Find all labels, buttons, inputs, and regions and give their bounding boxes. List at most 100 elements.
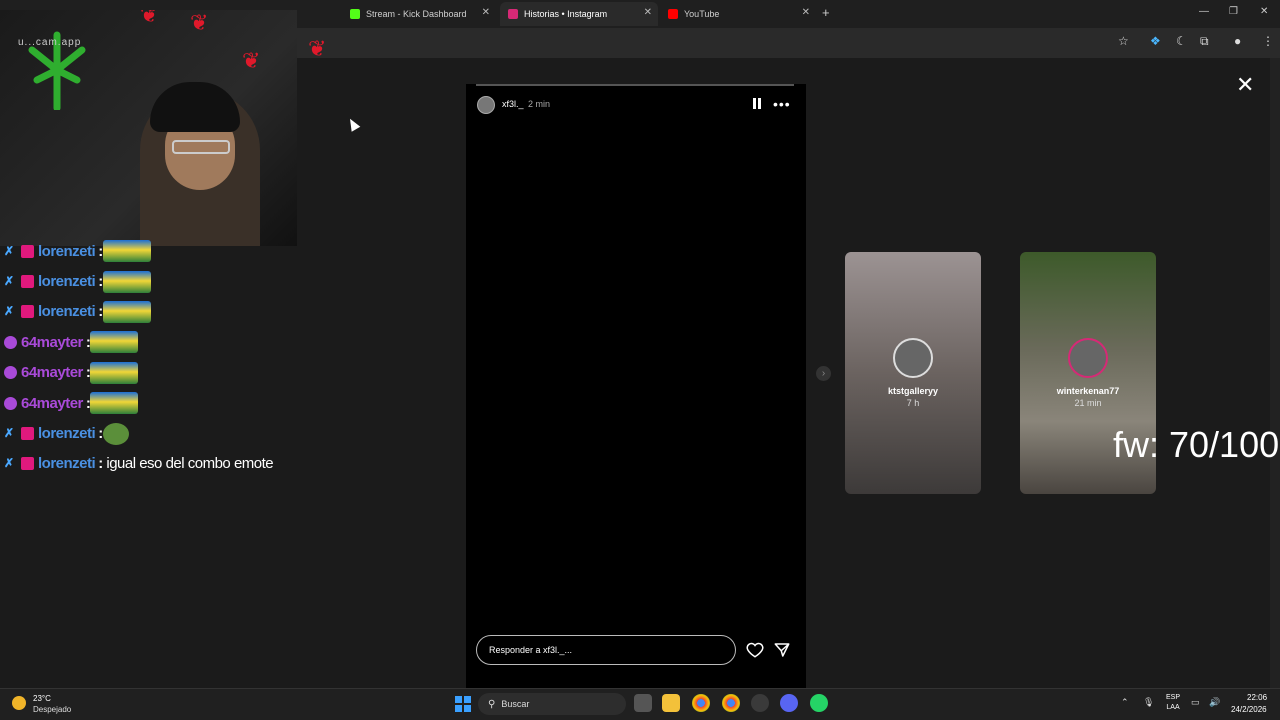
follow-goal-text: fw: 70/100 — [1113, 424, 1280, 465]
file-explorer-icon[interactable] — [662, 694, 680, 712]
sword-icon: ✗ — [4, 304, 14, 319]
menu-icon[interactable]: ⋮ — [1262, 34, 1274, 48]
chat-message: 64mayter: — [4, 327, 424, 357]
windows-start-icon[interactable] — [455, 696, 471, 712]
chevron-right-icon[interactable]: › — [816, 366, 831, 381]
car-emote-icon — [90, 361, 139, 384]
butterfly-icon: ❦ — [140, 10, 159, 27]
butterfly-icon: ❦ — [190, 10, 209, 35]
tab-kick-dashboard[interactable]: Stream - Kick Dashboard ✕ — [342, 2, 496, 26]
kick-badge-icon — [21, 305, 34, 319]
tab-youtube[interactable]: YouTube ✕ — [660, 2, 816, 26]
sword-icon: ✗ — [4, 456, 14, 471]
close-icon[interactable]: ✕ — [1236, 72, 1254, 98]
avatar[interactable] — [477, 96, 495, 114]
chat-username: 64mayter — [21, 364, 83, 382]
webcam-overlay: u...cam.app ❦ ❦ ❦ — [0, 10, 297, 246]
avatar — [1068, 338, 1108, 378]
weather-moon-icon[interactable] — [12, 696, 26, 710]
close-window-button[interactable]: ✕ — [1260, 6, 1268, 17]
reply-placeholder: Responder a xf3l._... — [489, 645, 573, 655]
weather-temp[interactable]: 23°C — [33, 694, 51, 703]
story-card-time: 7 h — [906, 398, 920, 408]
close-icon[interactable]: ✕ — [482, 7, 490, 18]
discord-icon[interactable] — [780, 694, 798, 712]
car-emote-icon — [102, 270, 151, 293]
mic-badge-icon — [4, 396, 17, 410]
search-icon: ⚲ — [488, 698, 496, 710]
sword-icon: ✗ — [4, 426, 14, 441]
profile-avatar[interactable]: ● — [1234, 34, 1241, 48]
streamer-hair — [150, 82, 240, 132]
story-time: 2 min — [528, 99, 551, 109]
obs-icon[interactable] — [751, 694, 769, 712]
task-view-icon[interactable] — [634, 694, 652, 712]
scrollbar[interactable] — [1270, 58, 1280, 688]
chat-username: lorenzeti — [38, 273, 96, 291]
weather-desc[interactable]: Despejado — [33, 705, 71, 714]
pause-icon[interactable] — [752, 98, 762, 109]
chat-username: lorenzeti — [38, 425, 96, 443]
dark-mode-icon[interactable]: ☾ — [1176, 34, 1187, 48]
butterfly-icon: ❦ — [242, 48, 261, 73]
story-card-username: winterkenan77 — [1056, 386, 1120, 396]
sword-icon: ✗ — [4, 243, 14, 258]
tab-label: Historias • Instagram — [524, 9, 608, 19]
mic-badge-icon — [4, 335, 17, 349]
network-icon[interactable]: ▭ — [1191, 697, 1200, 708]
minimize-button[interactable]: — — [1199, 6, 1209, 17]
tab-instagram-stories[interactable]: Historias • Instagram ✕ — [500, 2, 658, 26]
close-icon[interactable]: ✕ — [644, 7, 652, 18]
kick-badge-icon — [21, 457, 34, 471]
reply-input[interactable]: Responder a xf3l._... — [476, 635, 736, 665]
chat-username: 64mayter — [21, 333, 83, 351]
story-card[interactable]: ktstgalleryy 7 h — [845, 252, 981, 494]
car-emote-icon — [90, 331, 139, 354]
chrome-icon[interactable] — [722, 694, 740, 712]
new-tab-button[interactable]: + — [822, 5, 830, 20]
kick-badge-icon — [21, 244, 34, 258]
search-label: Buscar — [501, 699, 530, 709]
tab-label: Stream - Kick Dashboard — [366, 9, 467, 19]
chat-username: lorenzeti — [38, 455, 96, 473]
whatsapp-icon[interactable] — [810, 694, 828, 712]
send-icon[interactable] — [773, 641, 791, 659]
chat-username: lorenzeti — [38, 303, 96, 321]
close-icon[interactable]: ✕ — [802, 7, 810, 18]
translate-extension-icon[interactable]: ❖ — [1150, 34, 1161, 48]
heart-icon[interactable] — [746, 641, 764, 659]
microphone-icon[interactable]: 🎙 — [1143, 697, 1154, 708]
story-username[interactable]: xf3l._ — [502, 99, 524, 109]
stream-chat-overlay: ✗ lorenzeti: ✗ lorenzeti: ✗ lorenzeti: 6… — [4, 236, 424, 479]
chat-message: ✗ lorenzeti: igual eso del combo emote — [4, 455, 274, 473]
clock-date[interactable]: 24/2/2026 — [1231, 705, 1267, 714]
car-emote-icon — [90, 392, 139, 415]
chat-message: ✗ lorenzeti: — [4, 418, 424, 448]
kick-badge-icon — [21, 275, 34, 289]
chat-username: 64mayter — [21, 394, 83, 412]
taskbar-search[interactable]: ⚲ Buscar — [478, 693, 626, 715]
language-indicator[interactable]: ESP LAA — [1166, 693, 1180, 713]
story-card-username: ktstgalleryy — [887, 386, 939, 396]
tab-label: YouTube — [684, 9, 720, 19]
more-options-icon[interactable]: ••• — [773, 96, 791, 112]
car-emote-icon — [102, 300, 151, 323]
bookmark-star-icon[interactable]: ☆ — [1118, 34, 1129, 48]
story-viewer[interactable] — [466, 84, 806, 688]
chat-text: igual eso del combo emote — [106, 455, 274, 473]
clock-time[interactable]: 22:06 — [1247, 693, 1267, 702]
streamer-glasses — [172, 140, 230, 154]
chat-message: 64mayter: — [4, 388, 424, 418]
volume-icon[interactable]: 🔊 — [1209, 697, 1220, 708]
restore-button[interactable]: ❐ — [1229, 6, 1238, 17]
pepe-emote-icon — [102, 422, 129, 445]
chat-message: ✗ lorenzeti: — [4, 297, 424, 327]
kick-badge-icon — [21, 427, 34, 441]
chat-message: 64mayter: — [4, 358, 424, 388]
chat-message: ✗ lorenzeti: — [4, 236, 424, 266]
kick-icon — [350, 9, 360, 19]
chrome-icon[interactable] — [692, 694, 710, 712]
chevron-up-icon[interactable]: ⌃ — [1121, 697, 1129, 708]
extensions-icon[interactable]: ⧉ — [1200, 34, 1209, 49]
butterfly-icon: ❦ — [308, 36, 327, 61]
